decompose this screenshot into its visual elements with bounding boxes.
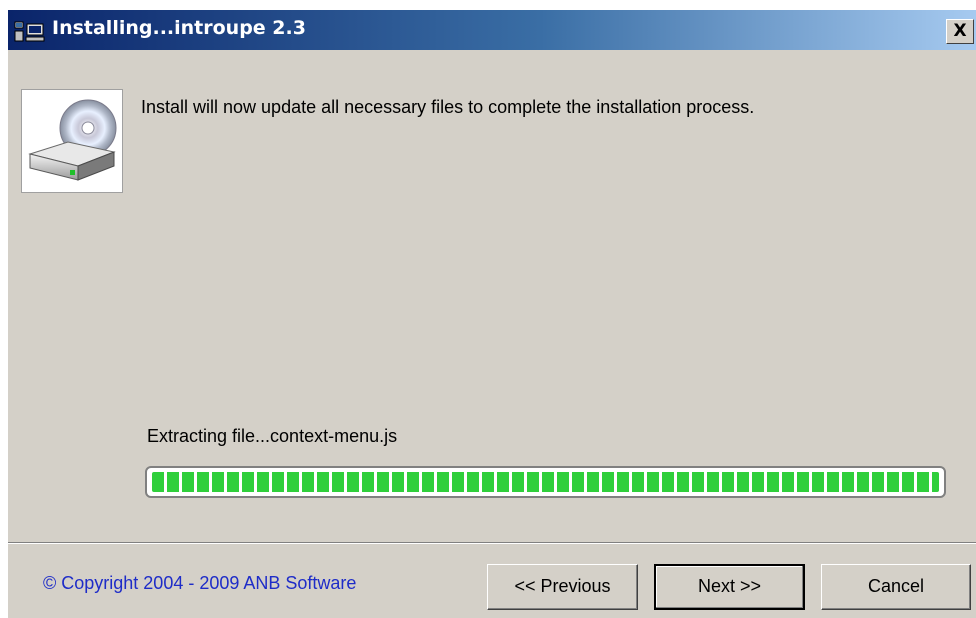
title-bar[interactable]: Installing...introupe 2.3 X [8, 10, 976, 50]
copyright-text: © Copyright 2004 - 2009 ANB Software [43, 573, 357, 593]
computer-network-icon [14, 20, 48, 42]
previous-button[interactable]: << Previous [487, 564, 638, 610]
next-button[interactable]: Next >> [654, 564, 805, 610]
progress-bar [145, 466, 946, 498]
cancel-button[interactable]: Cancel [821, 564, 971, 610]
progress-bar-fill [152, 472, 939, 492]
footer-divider [8, 542, 976, 544]
cd-drive-icon [21, 89, 123, 193]
progress-status-text: Extracting file...context-menu.js [147, 426, 398, 446]
window-title: Installing...introupe 2.3 [52, 17, 306, 39]
intro-message: Install will now update all necessary fi… [141, 97, 755, 117]
installer-window: Installing...introupe 2.3 X Install will… [8, 10, 976, 618]
close-button[interactable]: X [946, 19, 974, 44]
